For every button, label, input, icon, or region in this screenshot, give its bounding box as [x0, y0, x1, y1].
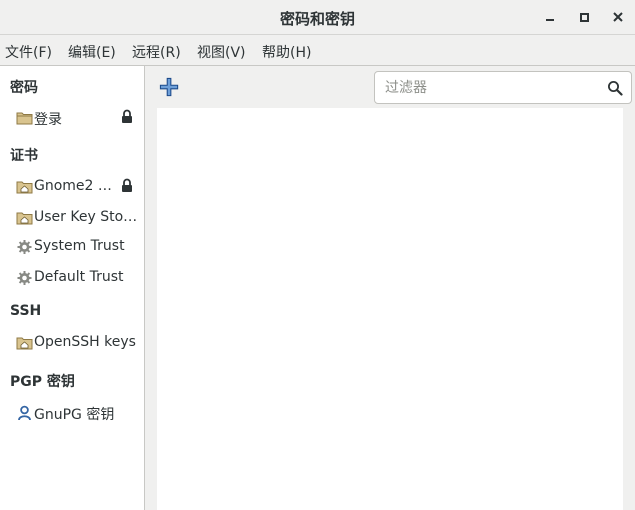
- lock-icon[interactable]: [121, 109, 133, 125]
- maximize-button[interactable]: [572, 5, 596, 29]
- sidebar-item-label: System Trust: [34, 238, 125, 254]
- sidebar-item-gnome2[interactable]: Gnome2 …: [0, 175, 144, 201]
- sidebar-item-user-key-storage[interactable]: User Key Storage: [0, 206, 144, 232]
- sidebar-item-label: Default Trust: [34, 269, 124, 285]
- sidebar-item-label: GnuPG 密钥: [34, 407, 115, 423]
- folder-home-icon: [16, 337, 33, 350]
- filter-input[interactable]: [385, 78, 595, 98]
- menu-bar: 文件(F) 编辑(E) 远程(R) 视图(V) 帮助(H): [0, 35, 635, 66]
- menu-view[interactable]: 视图(V): [197, 42, 246, 62]
- filter-search-box: [374, 71, 632, 104]
- minimize-icon: [546, 19, 554, 21]
- section-header-passwords: 密码: [10, 80, 38, 96]
- plus-icon: [159, 77, 179, 97]
- menu-edit[interactable]: 编辑(E): [68, 42, 116, 62]
- key-person-icon: [18, 405, 31, 421]
- main-panel: [145, 66, 635, 510]
- search-icon[interactable]: [607, 80, 623, 96]
- sidebar-item-openssh-keys[interactable]: OpenSSH keys: [0, 331, 144, 357]
- close-icon: [613, 12, 623, 22]
- sidebar: 密码 登录 证书 Gnome2 … User Key Storage: [0, 66, 145, 510]
- sidebar-item-label: OpenSSH keys: [34, 334, 136, 350]
- section-header-pgp-keys: PGP 密钥: [10, 374, 75, 390]
- section-header-ssh: SSH: [10, 303, 42, 319]
- menu-help[interactable]: 帮助(H): [262, 42, 311, 62]
- folder-icon: [16, 112, 33, 125]
- sidebar-item-label: Gnome2 …: [34, 178, 112, 194]
- lock-icon[interactable]: [121, 178, 133, 194]
- sidebar-item-default-trust[interactable]: Default Trust: [0, 266, 144, 292]
- menu-remote[interactable]: 远程(R): [132, 42, 181, 62]
- maximize-icon: [579, 12, 589, 22]
- add-button[interactable]: [159, 77, 179, 97]
- sidebar-item-gnupg-keys[interactable]: GnuPG 密钥: [0, 401, 144, 427]
- folder-home-icon: [16, 181, 33, 194]
- title-bar: 密码和密钥: [0, 0, 635, 35]
- sidebar-item-system-trust[interactable]: System Trust: [0, 235, 144, 261]
- sidebar-item-label: User Key Storage: [34, 209, 140, 225]
- close-button[interactable]: [606, 5, 630, 29]
- minimize-button[interactable]: [538, 5, 562, 29]
- gear-icon: [17, 271, 32, 285]
- folder-home-icon: [16, 212, 33, 225]
- gear-icon: [17, 240, 32, 254]
- sidebar-item-login[interactable]: 登录: [0, 106, 144, 132]
- section-header-certificates: 证书: [10, 148, 38, 164]
- menu-file[interactable]: 文件(F): [5, 42, 52, 62]
- items-list[interactable]: [157, 108, 623, 510]
